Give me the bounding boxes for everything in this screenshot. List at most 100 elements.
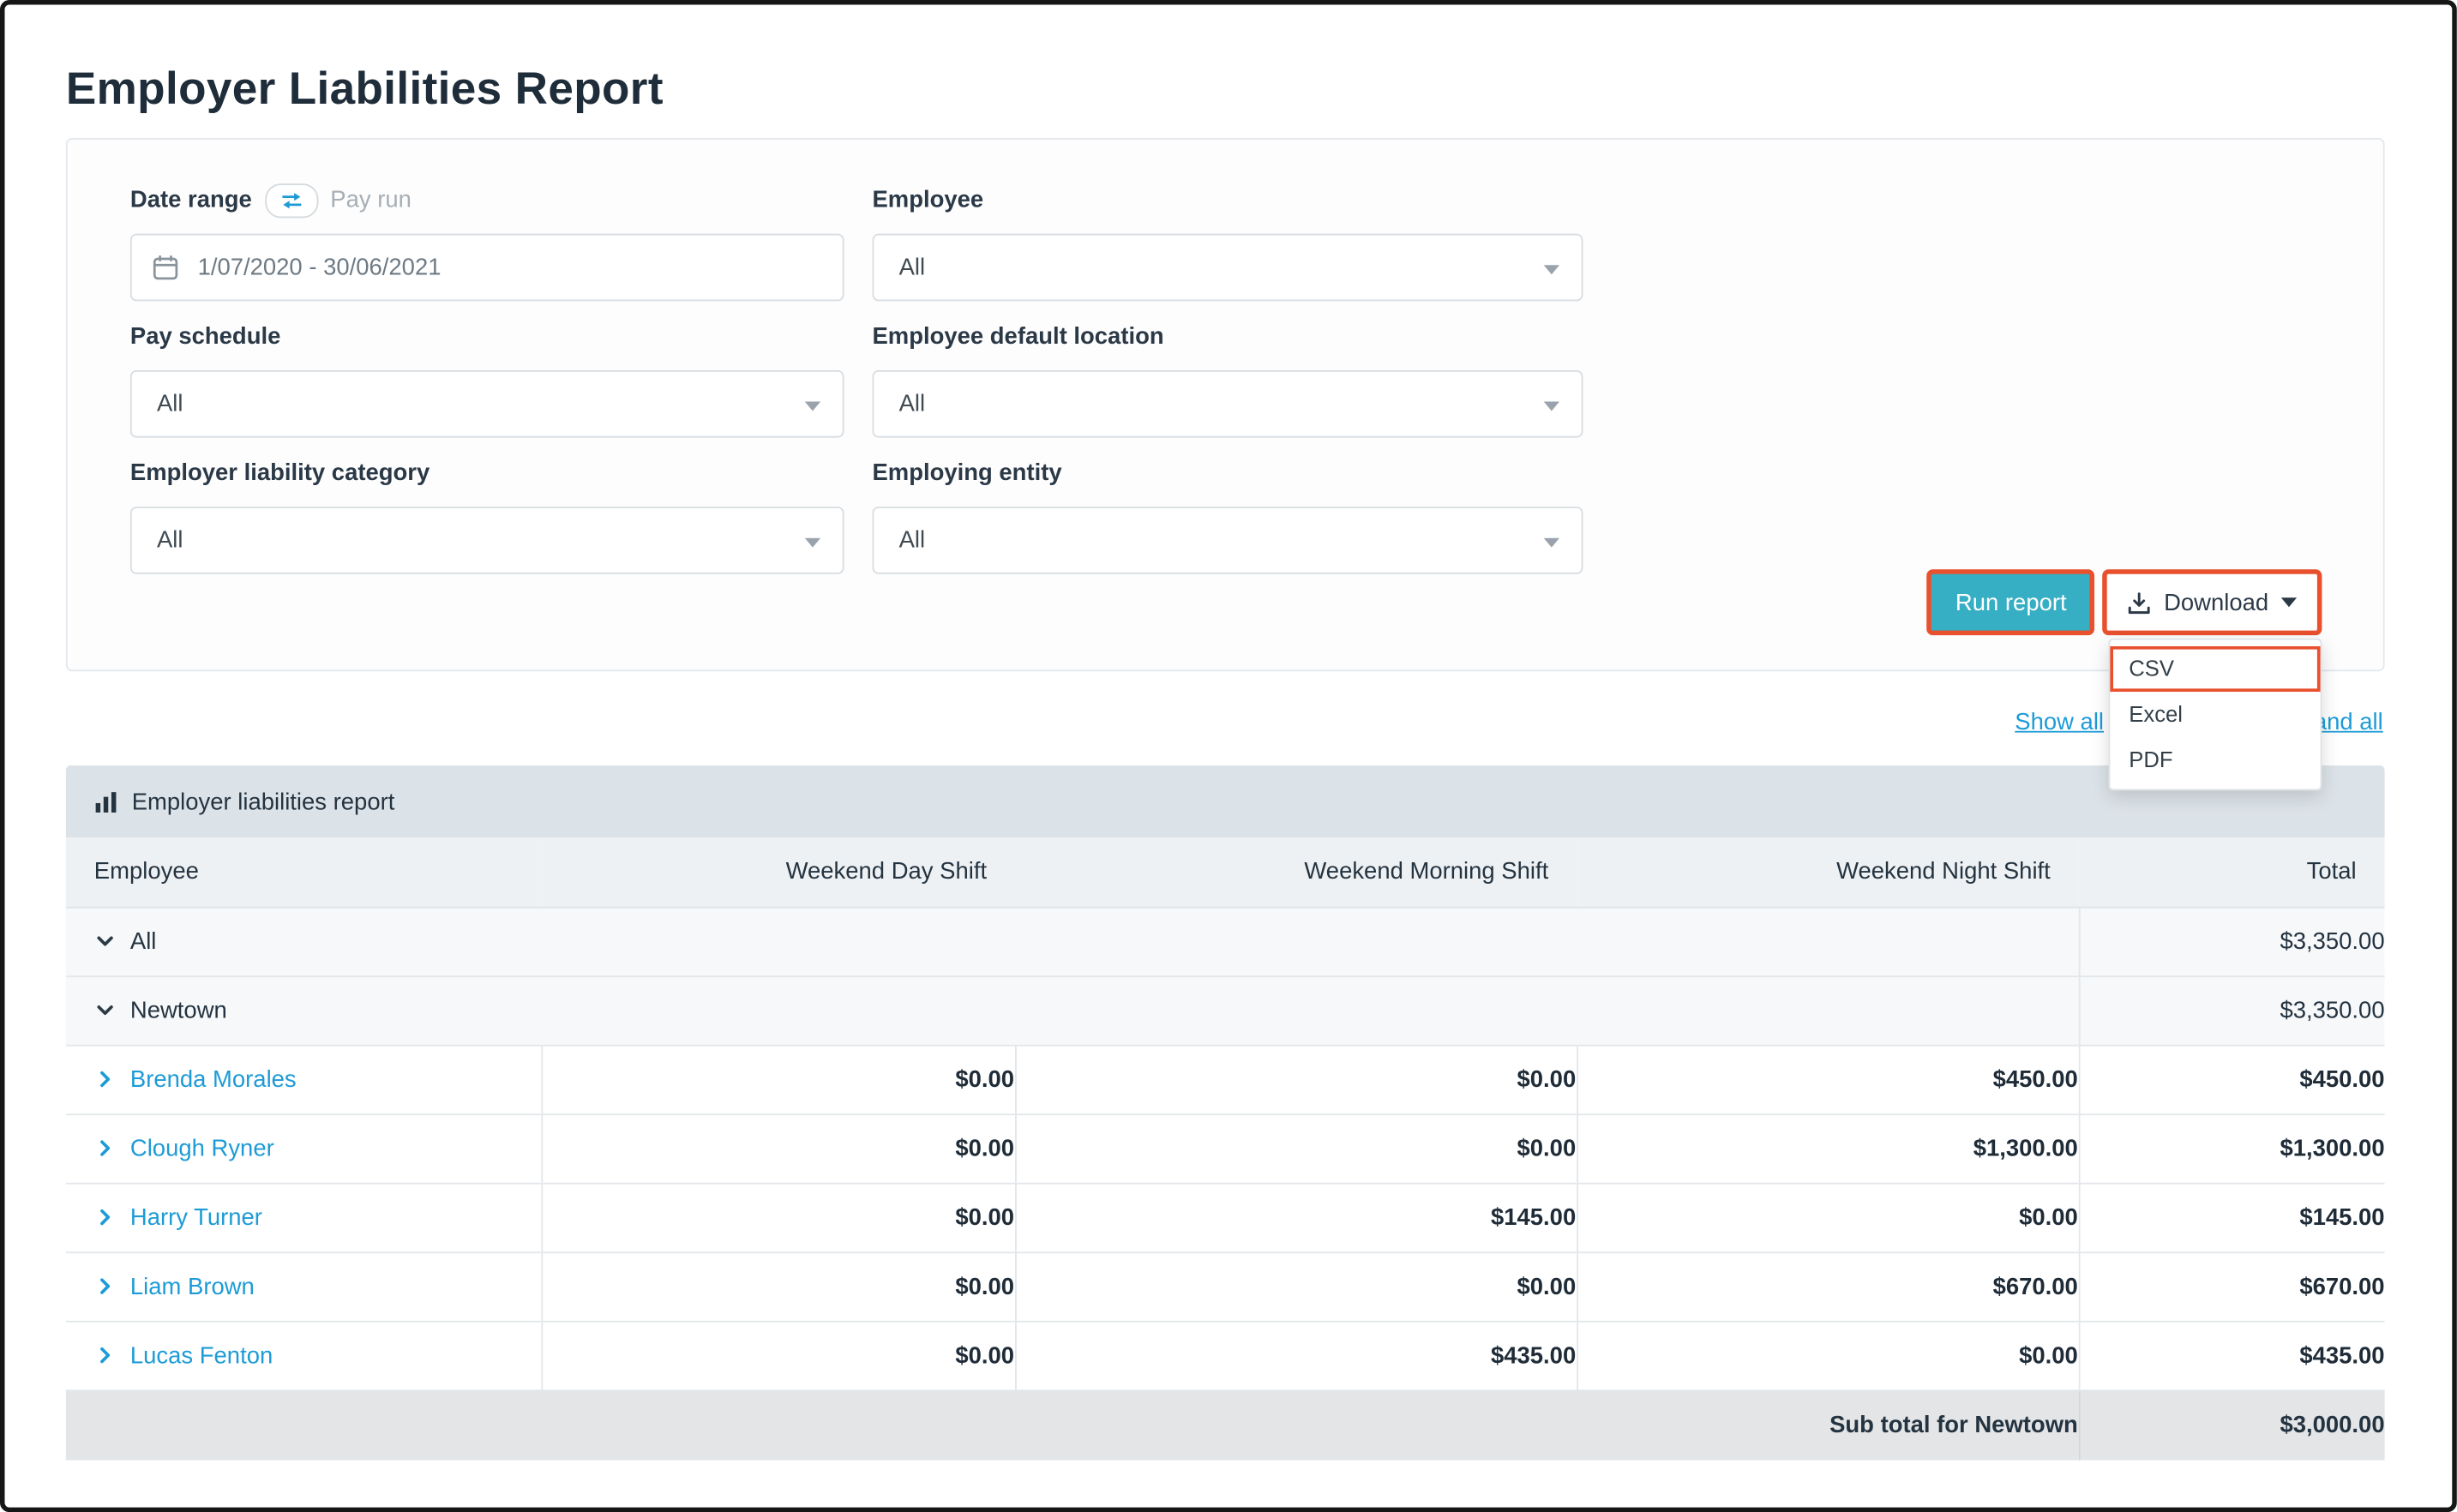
- value-weekend-night: $670.00: [1577, 1251, 2079, 1321]
- date-range-input[interactable]: 1/07/2020 - 30/06/2021: [130, 234, 844, 302]
- liability-category-selected-value: All: [157, 527, 183, 554]
- filter-panel: Date range Pay run: [66, 138, 2385, 671]
- pay-schedule-field-group: Pay schedule All: [130, 323, 844, 438]
- column-header-row: Employee Weekend Day Shift Weekend Morni…: [66, 837, 2385, 907]
- column-header-weekend-morning: Weekend Morning Shift: [1015, 837, 1577, 907]
- employer-liabilities-report-page: Employer Liabilities Report Date range: [0, 0, 2457, 1512]
- download-button-label: Download: [2164, 589, 2268, 615]
- screenshot-viewport: Employer Liabilities Report Date range: [0, 0, 2457, 1512]
- date-range-value: 1/07/2020 - 30/06/2021: [198, 254, 442, 280]
- employee-select[interactable]: All: [872, 234, 1583, 302]
- group-label: All: [130, 927, 157, 954]
- default-location-label: Employee default location: [872, 323, 1583, 351]
- date-range-field-group: Date range Pay run: [130, 187, 844, 302]
- column-header-weekend-night: Weekend Night Shift: [1577, 837, 2079, 907]
- chevron-right-icon[interactable]: [94, 1275, 117, 1298]
- chevron-down-icon: [805, 537, 820, 547]
- group-toggle-newtown[interactable]: Newtown: [66, 975, 2079, 1045]
- value-weekend-morning: $145.00: [1015, 1183, 1577, 1252]
- employee-link[interactable]: Harry Turner: [130, 1204, 262, 1231]
- chevron-right-icon[interactable]: [94, 1206, 117, 1228]
- employing-entity-field-group: Employing entity All: [872, 459, 1583, 574]
- column-header-total: Total: [2079, 837, 2385, 907]
- group-toggle-all[interactable]: All: [66, 907, 2079, 976]
- page-title: Employer Liabilities Report: [66, 64, 664, 116]
- value-total: $145.00: [2079, 1183, 2385, 1252]
- chevron-down-icon[interactable]: [94, 930, 117, 952]
- employee-link[interactable]: Clough Ryner: [130, 1135, 274, 1161]
- table-row: Clough Ryner $0.00 $0.00 $1,300.00 $1,30…: [66, 1113, 2385, 1183]
- date-range-label: Date range: [130, 187, 252, 215]
- download-menu-item-excel[interactable]: Excel: [2110, 692, 2320, 737]
- chevron-down-icon: [1544, 401, 1559, 411]
- show-all-link[interactable]: Show all: [2015, 709, 2104, 735]
- run-report-button[interactable]: Run report: [1927, 569, 2095, 635]
- download-button[interactable]: Download: [2103, 569, 2322, 635]
- group-total: $3,350.00: [2079, 975, 2385, 1045]
- pay-schedule-selected-value: All: [157, 391, 183, 417]
- group-row-newtown: Newtown $3,350.00: [66, 975, 2385, 1045]
- report-title: Employer liabilities report: [132, 789, 395, 815]
- default-location-field-group: Employee default location All: [872, 323, 1583, 438]
- value-weekend-day: $0.00: [541, 1045, 1015, 1114]
- value-total: $435.00: [2079, 1321, 2385, 1390]
- value-weekend-night: $1,300.00: [1577, 1113, 2079, 1183]
- employee-link[interactable]: Lucas Fenton: [130, 1342, 273, 1369]
- value-total: $670.00: [2079, 1251, 2385, 1321]
- employing-entity-select[interactable]: All: [872, 507, 1583, 574]
- value-weekend-morning: $0.00: [1015, 1251, 1577, 1321]
- report-title-bar: Employer liabilities report: [66, 765, 2385, 837]
- group-row-all: All $3,350.00: [66, 907, 2385, 976]
- table-row: Lucas Fenton $0.00 $435.00 $0.00 $435.00: [66, 1321, 2385, 1390]
- liability-category-select[interactable]: All: [130, 507, 844, 574]
- date-payrun-toggle[interactable]: [264, 183, 317, 218]
- employing-entity-selected-value: All: [899, 527, 926, 554]
- swap-arrows-icon: [279, 191, 303, 210]
- download-menu: CSV Excel PDF: [2109, 639, 2322, 791]
- employee-label: Employee: [872, 187, 1583, 215]
- table-row: Liam Brown $0.00 $0.00 $670.00 $670.00: [66, 1251, 2385, 1321]
- default-location-select[interactable]: All: [872, 370, 1583, 438]
- table-row: Brenda Morales $0.00 $0.00 $450.00 $450.…: [66, 1045, 2385, 1114]
- value-weekend-day: $0.00: [541, 1183, 1015, 1252]
- chevron-right-icon[interactable]: [94, 1068, 117, 1090]
- value-weekend-day: $0.00: [541, 1251, 1015, 1321]
- subtotal-row: Sub total for Newtown $3,000.00: [66, 1389, 2385, 1459]
- subtotal-value: $3,000.00: [2079, 1389, 2385, 1459]
- value-weekend-morning: $0.00: [1015, 1113, 1577, 1183]
- group-total: $3,350.00: [2079, 907, 2385, 976]
- chevron-right-icon[interactable]: [94, 1344, 117, 1366]
- default-location-selected-value: All: [899, 391, 926, 417]
- employing-entity-label: Employing entity: [872, 459, 1583, 488]
- subtotal-label: Sub total for Newtown: [66, 1389, 2079, 1459]
- value-weekend-morning: $435.00: [1015, 1321, 1577, 1390]
- value-total: $1,300.00: [2079, 1113, 2385, 1183]
- download-menu-item-pdf[interactable]: PDF: [2110, 737, 2320, 783]
- value-weekend-morning: $0.00: [1015, 1045, 1577, 1114]
- chevron-down-icon[interactable]: [94, 999, 117, 1022]
- chevron-down-icon: [1544, 537, 1559, 547]
- employee-link[interactable]: Brenda Morales: [130, 1065, 297, 1092]
- pay-schedule-label: Pay schedule: [130, 323, 844, 351]
- column-header-weekend-day: Weekend Day Shift: [541, 837, 1015, 907]
- value-weekend-day: $0.00: [541, 1113, 1015, 1183]
- pay-run-label: Pay run: [330, 187, 412, 215]
- liability-category-field-group: Employer liability category All: [130, 459, 844, 574]
- actions-row: Run report Download: [1927, 569, 2322, 635]
- download-icon: [2128, 591, 2151, 614]
- report-table: Employee Weekend Day Shift Weekend Morni…: [66, 837, 2385, 1460]
- employee-selected-value: All: [899, 254, 926, 280]
- value-weekend-day: $0.00: [541, 1321, 1015, 1390]
- chevron-right-icon[interactable]: [94, 1137, 117, 1160]
- pay-schedule-select[interactable]: All: [130, 370, 844, 438]
- bar-chart-icon: [94, 789, 117, 813]
- value-total: $450.00: [2079, 1045, 2385, 1114]
- chevron-down-icon: [1544, 264, 1559, 273]
- value-weekend-night: $0.00: [1577, 1183, 2079, 1252]
- report-section: Employer liabilities report Employee Wee…: [66, 765, 2385, 1460]
- table-row: Harry Turner $0.00 $145.00 $0.00 $145.00: [66, 1183, 2385, 1252]
- download-menu-item-csv[interactable]: CSV: [2110, 646, 2320, 692]
- value-weekend-night: $450.00: [1577, 1045, 2079, 1114]
- employee-link[interactable]: Liam Brown: [130, 1273, 255, 1299]
- chevron-down-icon: [2281, 597, 2297, 607]
